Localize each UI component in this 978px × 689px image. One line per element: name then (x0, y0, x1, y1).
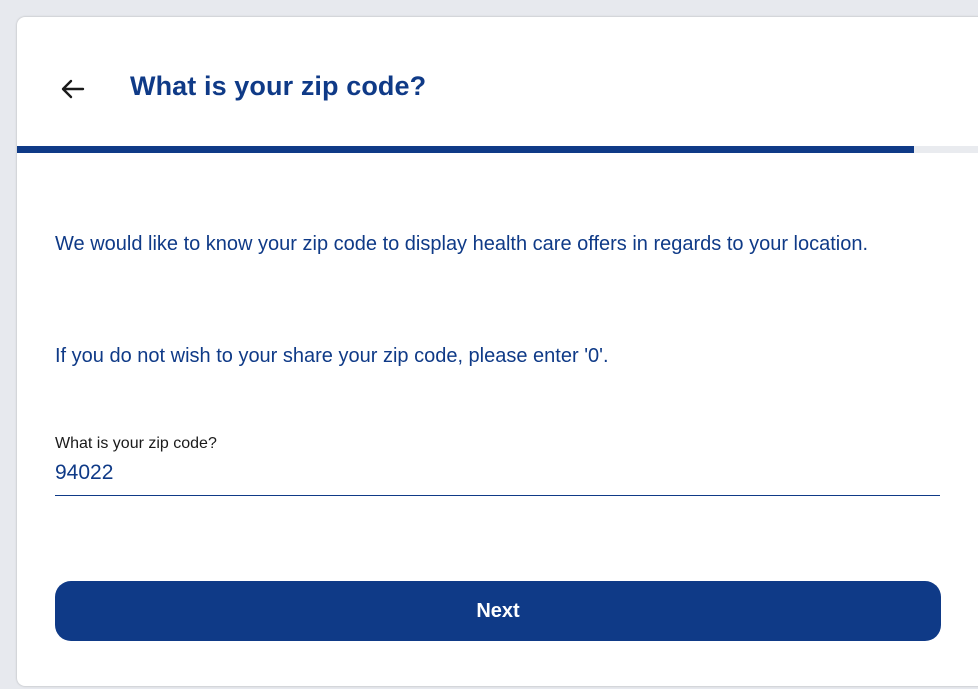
progress-bar-fill (17, 146, 914, 153)
intro-text: We would like to know your zip code to d… (55, 233, 869, 255)
next-button[interactable]: Next (55, 581, 941, 641)
zip-code-field: What is your zip code? (55, 435, 940, 496)
arrow-left-icon (61, 79, 85, 99)
page-title: What is your zip code? (130, 71, 427, 101)
progress-bar (17, 146, 978, 153)
opt-out-note: If you do not wish to your share your zi… (55, 345, 609, 367)
zip-code-card: What is your zip code? We would like to … (17, 17, 978, 686)
back-button[interactable] (53, 69, 93, 109)
zip-code-input[interactable] (55, 457, 940, 496)
zip-code-label: What is your zip code? (55, 435, 217, 452)
header: What is your zip code? (17, 17, 978, 147)
